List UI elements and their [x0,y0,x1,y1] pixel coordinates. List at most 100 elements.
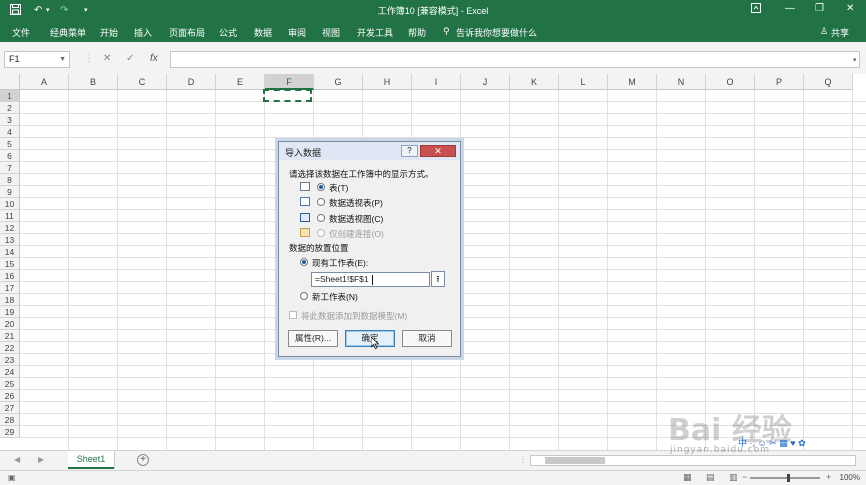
insert-function-button[interactable]: fx [150,53,158,64]
row-header-21[interactable]: 21 [0,330,20,342]
collapse-dialog-icon[interactable]: ⭱ [431,271,445,287]
radio-pivot-chart[interactable] [317,214,325,222]
row-header-5[interactable]: 5 [0,138,20,150]
column-header-n[interactable]: N [657,74,706,90]
row-header-15[interactable]: 15 [0,258,20,270]
confirm-entry-icon[interactable]: ✓ [126,53,134,64]
share-icon[interactable]: ♙ [820,26,828,37]
row-header-20[interactable]: 20 [0,318,20,330]
column-header-b[interactable]: B [69,74,118,90]
select-all-corner[interactable] [0,74,20,90]
column-header-q[interactable]: Q [804,74,853,90]
column-header-j[interactable]: J [461,74,510,90]
menu-formulas[interactable]: 公式 [219,26,237,39]
new-sheet-label[interactable]: 新工作表(N) [312,291,358,303]
menu-insert[interactable]: 插入 [134,26,152,39]
range-input[interactable]: =Sheet1!$F$1 [311,272,430,287]
share-button[interactable]: 共享 [831,26,849,39]
row-header-1[interactable]: 1 [0,90,20,102]
page-layout-view-icon[interactable]: ▤ [706,472,715,483]
cancel-entry-icon[interactable]: ✕ [103,53,111,64]
column-header-d[interactable]: D [167,74,216,90]
column-header-i[interactable]: I [412,74,461,90]
page-break-view-icon[interactable]: ▥ [729,472,738,483]
radio-table[interactable] [317,183,325,191]
normal-view-icon[interactable]: ▦ [683,472,692,483]
column-header-a[interactable]: A [20,74,69,90]
active-cell-f1[interactable] [263,89,312,102]
expand-formula-icon[interactable]: ▾ [853,56,857,64]
properties-button[interactable]: 属性(R)... [288,330,338,347]
row-header-26[interactable]: 26 [0,390,20,402]
menu-help[interactable]: 帮助 [408,26,426,39]
row-header-23[interactable]: 23 [0,354,20,366]
row-header-10[interactable]: 10 [0,198,20,210]
existing-sheet-label[interactable]: 现有工作表(E): [312,257,368,269]
row-header-7[interactable]: 7 [0,162,20,174]
column-header-m[interactable]: M [608,74,657,90]
row-header-22[interactable]: 22 [0,342,20,354]
help-button[interactable]: ? [401,145,418,157]
row-header-17[interactable]: 17 [0,282,20,294]
row-header-27[interactable]: 27 [0,402,20,414]
zoom-out-icon[interactable]: − [742,472,747,482]
next-sheet-icon[interactable]: ▶ [38,455,44,464]
column-header-l[interactable]: L [559,74,608,90]
row-header-14[interactable]: 14 [0,246,20,258]
chevron-down-icon[interactable]: ▼ [59,52,66,67]
ok-button[interactable]: 确定 [345,330,395,347]
row-header-18[interactable]: 18 [0,294,20,306]
tab-splitter-icon[interactable]: ⋮ [519,455,527,464]
column-header-o[interactable]: O [706,74,755,90]
row-header-3[interactable]: 3 [0,114,20,126]
radio-pivot-table[interactable] [317,198,325,206]
ribbon-display-icon[interactable] [751,3,761,16]
column-header-f[interactable]: F [265,74,314,90]
column-header-g[interactable]: G [314,74,363,90]
option-table-label[interactable]: 表(T) [329,182,348,194]
column-header-h[interactable]: H [363,74,412,90]
cancel-button[interactable]: 取消 [402,330,452,347]
zoom-level[interactable]: 100% [840,473,860,482]
menu-page-layout[interactable]: 页面布局 [169,26,205,39]
formula-input[interactable] [170,51,860,68]
radio-new-sheet[interactable] [300,292,308,300]
prev-sheet-icon[interactable]: ◀ [14,455,20,464]
row-header-4[interactable]: 4 [0,126,20,138]
option-pivot-table-label[interactable]: 数据透视表(P) [329,197,383,209]
add-sheet-icon[interactable]: + [137,454,149,466]
row-header-6[interactable]: 6 [0,150,20,162]
row-header-2[interactable]: 2 [0,102,20,114]
menu-classic[interactable]: 经典菜单 [50,26,86,39]
sheet-tab-sheet1[interactable]: Sheet1 [68,451,114,469]
scrollbar-thumb[interactable] [545,457,605,464]
row-header-8[interactable]: 8 [0,174,20,186]
radio-existing-sheet[interactable] [300,258,308,266]
column-header-p[interactable]: P [755,74,804,90]
row-header-25[interactable]: 25 [0,378,20,390]
row-header-12[interactable]: 12 [0,222,20,234]
row-header-24[interactable]: 24 [0,366,20,378]
option-pivot-chart-label[interactable]: 数据透视图(C) [329,213,383,225]
restore-icon[interactable]: ❐ [815,3,824,14]
name-box[interactable]: F1 ▼ [4,51,70,68]
row-header-29[interactable]: 29 [0,426,20,438]
zoom-slider[interactable] [750,477,820,479]
macro-record-icon[interactable]: ▣ [8,473,16,482]
tell-me-box[interactable]: 告诉我你想要做什么 [456,26,537,39]
row-header-13[interactable]: 13 [0,234,20,246]
menu-developer[interactable]: 开发工具 [357,26,393,39]
zoom-slider-knob[interactable] [787,474,790,482]
row-header-16[interactable]: 16 [0,270,20,282]
row-header-28[interactable]: 28 [0,414,20,426]
column-header-k[interactable]: K [510,74,559,90]
menu-data[interactable]: 数据 [254,26,272,39]
menu-home[interactable]: 开始 [100,26,118,39]
close-button[interactable]: ✕ [420,145,456,157]
column-header-c[interactable]: C [118,74,167,90]
zoom-in-icon[interactable]: + [826,472,831,482]
row-header-11[interactable]: 11 [0,210,20,222]
menu-view[interactable]: 视图 [322,26,340,39]
minimize-icon[interactable]: — [785,3,795,14]
column-header-e[interactable]: E [216,74,265,90]
